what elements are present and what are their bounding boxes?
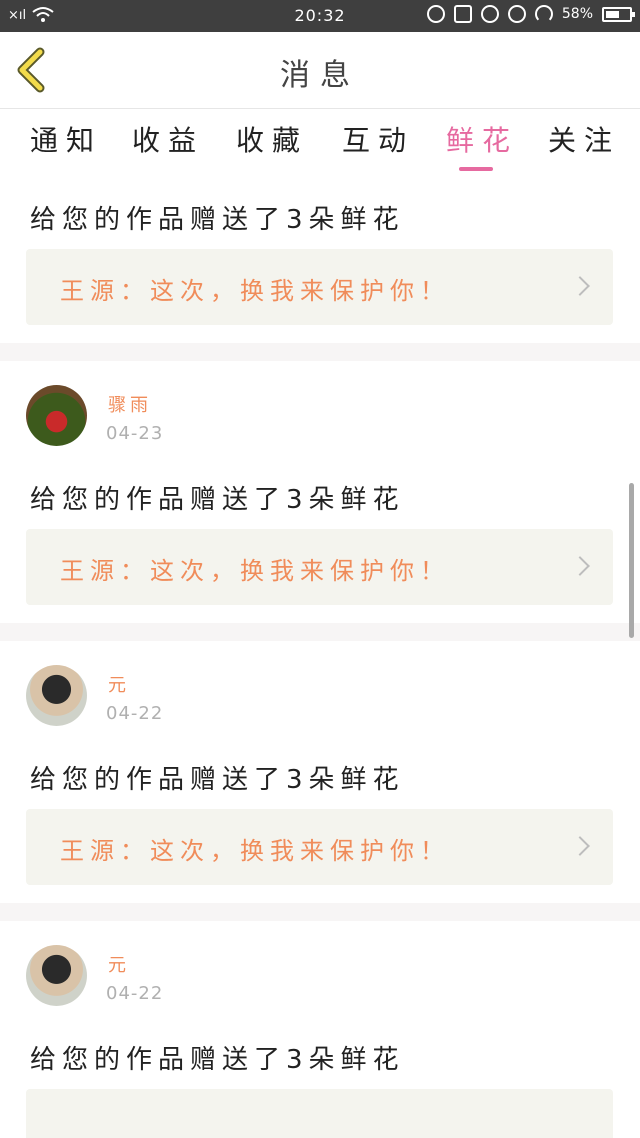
work-link[interactable] xyxy=(26,1089,613,1138)
status-bar: ×ıl 20:32 58% xyxy=(0,0,640,32)
tab-favorites[interactable]: 收藏 xyxy=(236,119,308,159)
scrollbar[interactable] xyxy=(629,483,634,638)
work-link[interactable]: 王源：这次，换我来保护你！ xyxy=(26,809,613,885)
tab-notification[interactable]: 通知 xyxy=(30,119,102,159)
divider xyxy=(0,623,640,641)
active-tab-indicator xyxy=(459,167,493,171)
status-right: 58% xyxy=(426,5,635,23)
message-text: 给您的作品赠送了3朵鲜花 xyxy=(30,1045,405,1075)
tab-flowers[interactable]: 鲜花 xyxy=(446,119,518,159)
page-title: 消息 xyxy=(280,58,360,93)
avatar[interactable] xyxy=(26,385,87,446)
divider xyxy=(0,903,640,921)
battery-percent: 58% xyxy=(561,6,593,22)
message-list[interactable]: 04-23 给您的作品赠送了3朵鲜花 王源：这次，换我来保护你！ 骤雨 04-2… xyxy=(0,175,640,1138)
work-link[interactable]: 王源：这次，换我来保护你！ xyxy=(26,249,613,325)
sync-icon xyxy=(426,5,445,23)
tab-earnings[interactable]: 收益 xyxy=(132,119,204,159)
work-link[interactable]: 王源：这次，换我来保护你！ xyxy=(26,529,613,605)
username[interactable]: 元 xyxy=(108,951,130,977)
headphones-icon xyxy=(534,5,553,23)
work-title: 王源：这次，换我来保护你！ xyxy=(60,557,450,585)
feed: 04-23 给您的作品赠送了3朵鲜花 王源：这次，换我来保护你！ 骤雨 04-2… xyxy=(0,175,640,1138)
tab-follow[interactable]: 关注 xyxy=(548,119,620,159)
chevron-right-icon xyxy=(570,276,590,296)
date: 04-22 xyxy=(106,703,164,724)
lock-rotation-icon xyxy=(480,5,499,23)
list-item: 04-23 给您的作品赠送了3朵鲜花 王源：这次，换我来保护你！ xyxy=(0,175,640,343)
date: 04-22 xyxy=(106,983,164,1004)
username[interactable]: 元 xyxy=(108,671,130,697)
tab-bar: 通知 收益 收藏 互动 鲜花 关注 xyxy=(0,109,640,175)
work-title: 王源：这次，换我来保护你！ xyxy=(60,837,450,865)
battery-icon xyxy=(602,6,635,22)
chevron-right-icon xyxy=(570,836,590,856)
message-text: 给您的作品赠送了3朵鲜花 xyxy=(30,205,405,235)
work-title: 王源：这次，换我来保护你！ xyxy=(60,277,450,305)
app-header: 消息 xyxy=(0,32,640,109)
chevron-right-icon xyxy=(570,556,590,576)
list-item: 骤雨 04-23 给您的作品赠送了3朵鲜花 王源：这次，换我来保护你！ xyxy=(0,361,640,623)
message-text: 给您的作品赠送了3朵鲜花 xyxy=(30,485,405,515)
username[interactable]: 骤雨 xyxy=(108,391,152,417)
tab-interaction[interactable]: 互动 xyxy=(342,119,414,159)
list-item: 元 04-22 给您的作品赠送了3朵鲜花 王源：这次，换我来保护你！ xyxy=(0,641,640,903)
vibrate-icon xyxy=(453,5,472,23)
avatar[interactable] xyxy=(26,665,87,726)
date: 04-23 xyxy=(106,423,164,444)
list-item: 元 04-22 给您的作品赠送了3朵鲜花 xyxy=(0,921,640,1138)
alarm-icon xyxy=(507,5,526,23)
avatar[interactable] xyxy=(26,945,87,1006)
message-text: 给您的作品赠送了3朵鲜花 xyxy=(30,765,405,795)
divider xyxy=(0,343,640,361)
